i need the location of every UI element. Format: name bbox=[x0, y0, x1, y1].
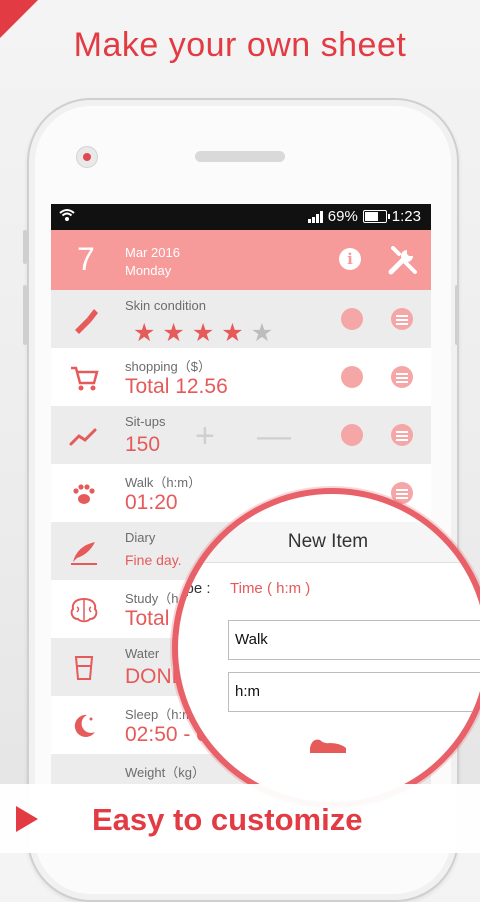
footer-text: Easy to customize bbox=[92, 802, 363, 837]
type-label: ype : bbox=[178, 580, 211, 597]
item-value: 150 bbox=[125, 433, 161, 456]
date-month-year: Mar 2016 bbox=[125, 245, 180, 260]
list-item[interactable]: shopping（$） Total 12.56 bbox=[51, 348, 431, 406]
item-value: Total bbox=[125, 607, 170, 630]
info-icon[interactable]: i bbox=[339, 248, 361, 270]
item-label: Walk（h:m） bbox=[125, 475, 202, 490]
list-item[interactable]: Skin condition ★★★★★ bbox=[51, 290, 431, 348]
quill-icon bbox=[67, 538, 101, 566]
footer-banner: Easy to customize bbox=[0, 784, 480, 853]
dialog-title: New Item bbox=[178, 522, 478, 563]
cart-icon bbox=[67, 364, 101, 392]
item-label: Diary bbox=[125, 530, 156, 545]
phone-speaker bbox=[195, 151, 285, 162]
chart-icon[interactable] bbox=[341, 366, 363, 388]
plus-button[interactable]: + bbox=[195, 419, 215, 453]
star-icon[interactable]: ★ bbox=[162, 319, 191, 347]
headline: Make your own sheet bbox=[73, 26, 407, 64]
clock: 1:23 bbox=[391, 208, 421, 225]
moon-icon bbox=[67, 712, 101, 740]
menu-icon[interactable] bbox=[391, 366, 413, 388]
date-day[interactable]: 7 bbox=[77, 241, 95, 278]
shoe-icon[interactable] bbox=[308, 734, 348, 754]
brain-icon bbox=[67, 596, 101, 624]
item-value: Total 12.56 bbox=[125, 375, 228, 398]
date-month[interactable]: Mar 2016 Monday bbox=[125, 244, 180, 280]
star-icon[interactable]: ★ bbox=[133, 319, 162, 347]
menu-icon[interactable] bbox=[391, 308, 413, 330]
star-icon[interactable]: ★ bbox=[221, 319, 250, 347]
item-label: Skin condition bbox=[125, 298, 206, 313]
phone-camera bbox=[76, 146, 98, 168]
item-label: shopping（$） bbox=[125, 359, 211, 374]
item-label: Sit-ups bbox=[125, 414, 166, 429]
magnified-dialog: New Item ype : Time ( h:m ) Walk h:m bbox=[172, 488, 480, 808]
minus-button[interactable]: — bbox=[257, 419, 291, 453]
list-item[interactable]: Sit-ups 150 + — bbox=[51, 406, 431, 464]
play-icon bbox=[16, 806, 38, 832]
paw-icon bbox=[67, 480, 101, 508]
phone-volume-button bbox=[23, 285, 27, 345]
tools-icon[interactable] bbox=[387, 244, 419, 276]
battery-icon bbox=[362, 210, 390, 223]
phone-side-button bbox=[23, 230, 27, 264]
type-value[interactable]: Time ( h:m ) bbox=[230, 580, 310, 597]
item-value: 01:20 bbox=[125, 491, 178, 514]
signal-icon bbox=[307, 210, 323, 223]
status-bar: 69% 1:23 bbox=[51, 204, 431, 230]
item-label: Study（h bbox=[125, 591, 179, 606]
lipstick-icon bbox=[67, 306, 101, 334]
item-label: Weight（kg） bbox=[125, 765, 205, 780]
date-weekday: Monday bbox=[125, 263, 172, 278]
rating-stars[interactable]: ★★★★★ bbox=[133, 318, 280, 348]
glass-icon bbox=[67, 654, 101, 682]
wifi-icon bbox=[59, 208, 75, 226]
star-icon[interactable]: ★ bbox=[251, 319, 280, 347]
battery-percent: 69% bbox=[327, 208, 358, 225]
app-bar: 7 Mar 2016 Monday i bbox=[51, 230, 431, 290]
phone-power-button bbox=[455, 285, 459, 345]
chart-icon[interactable] bbox=[341, 308, 363, 330]
chart-icon[interactable] bbox=[341, 424, 363, 446]
item-value: Fine day. bbox=[125, 552, 182, 568]
chart-line-icon bbox=[67, 422, 101, 450]
item-name-field[interactable]: Walk bbox=[228, 620, 480, 660]
item-label: Water bbox=[125, 646, 160, 661]
menu-icon[interactable] bbox=[391, 424, 413, 446]
unit-field[interactable]: h:m bbox=[228, 672, 480, 712]
star-icon[interactable]: ★ bbox=[192, 319, 221, 347]
